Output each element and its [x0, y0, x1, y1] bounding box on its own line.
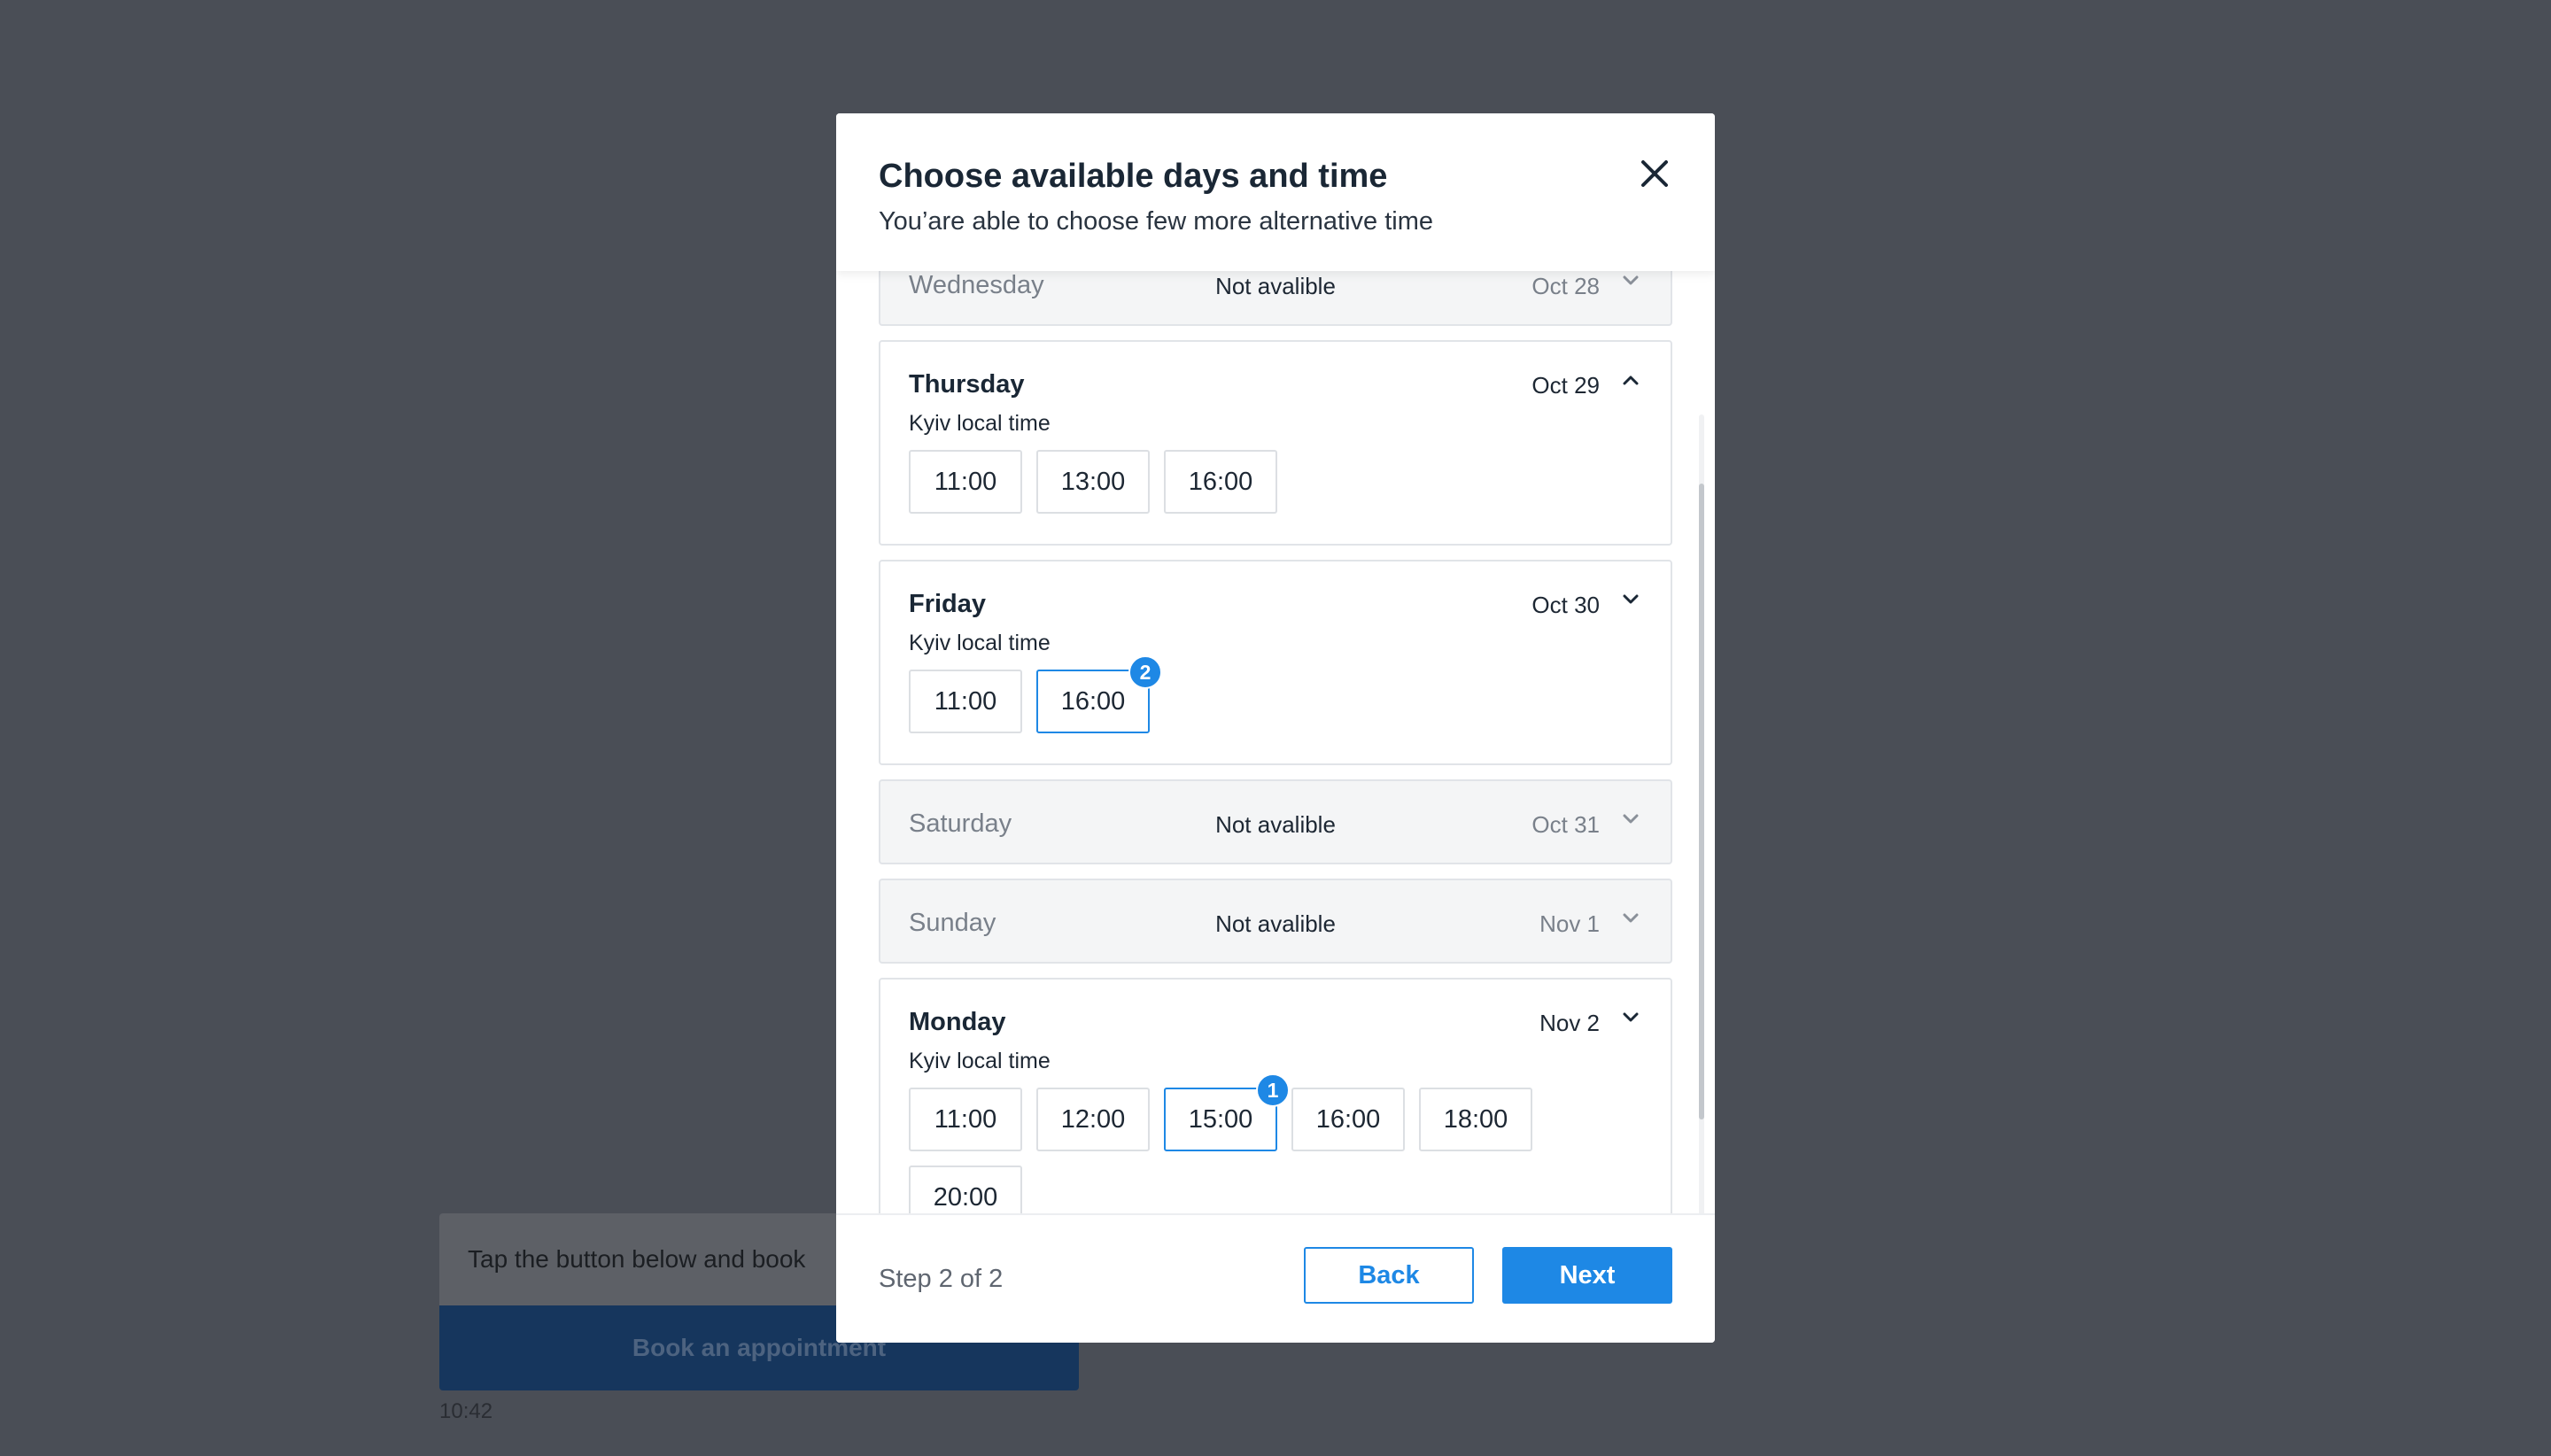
time-slot[interactable]: 15:00 1 — [1164, 1073, 1290, 1151]
time-slot-label: 11:00 — [934, 467, 997, 496]
timezone-label: Kyiv local time — [909, 411, 1051, 436]
time-slot[interactable]: 11:00 — [909, 450, 1022, 514]
day-date: Oct 29 — [1531, 372, 1600, 399]
time-slot-label: 11:00 — [934, 686, 997, 716]
time-slot-label: 20:00 — [933, 1182, 998, 1212]
timezone-label: Kyiv local time — [909, 631, 1051, 655]
day-card-friday[interactable]: Friday Oct 30 Kyiv local time 11:00 16:00 2 — [879, 560, 1672, 765]
chevron-down-icon — [1623, 913, 1639, 923]
time-slot-label: 18:00 — [1443, 1104, 1508, 1134]
modal-footer: Step 2 of 2 Back Next — [836, 1213, 1715, 1343]
chevron-up-icon — [1623, 376, 1639, 385]
time-slot-label: 12:00 — [1060, 1104, 1126, 1134]
expand-toggle[interactable] — [1623, 912, 1639, 928]
chevron-down-icon — [1623, 1012, 1639, 1022]
time-slot[interactable]: 16:00 — [1164, 450, 1277, 514]
time-slot-label: 11:00 — [934, 1104, 997, 1134]
time-slot-label: 16:00 — [1315, 1104, 1381, 1134]
day-name: Monday — [909, 1008, 1006, 1036]
day-name: Friday — [909, 590, 987, 618]
day-date: Oct 31 — [1531, 811, 1600, 838]
expand-toggle[interactable] — [1623, 1011, 1639, 1027]
scrollbar-thumb[interactable] — [1699, 484, 1704, 1119]
day-date: Nov 1 — [1539, 910, 1600, 937]
time-slot[interactable]: 11:00 — [909, 1088, 1022, 1151]
modal-subtitle: You’are able to choose few more alternat… — [879, 207, 1434, 236]
day-card-thursday[interactable]: Thursday Oct 29 Kyiv local time 11:00 13:00 1… — [879, 340, 1672, 546]
time-slot[interactable]: 12:00 — [1036, 1088, 1150, 1151]
day-list: Wednesday Not avalible Oct 28 Thursday Oct 2… — [879, 271, 1672, 1256]
day-card-monday[interactable]: Monday Nov 2 Kyiv local time 11:00 12:00 15:0… — [879, 978, 1672, 1242]
modal-title: Choose available days and time — [879, 158, 1388, 195]
chevron-down-icon — [1623, 594, 1639, 604]
expand-toggle[interactable] — [1623, 593, 1639, 609]
scrollbar[interactable] — [1699, 414, 1704, 1327]
timezone-label: Kyiv local time — [909, 1049, 1051, 1073]
step-indicator: Step 2 of 2 — [879, 1265, 1004, 1293]
expand-toggle[interactable] — [1623, 374, 1639, 390]
day-date: Nov 2 — [1539, 1010, 1600, 1036]
back-button[interactable]: Back — [1304, 1247, 1474, 1304]
time-slots: 11:00 12:00 15:00 1 16:00 18:00 20:00 — [909, 1073, 1582, 1229]
modal-header: Choose available days and time You’are a… — [836, 113, 1715, 271]
close-icon — [1641, 160, 1668, 187]
day-card-wednesday[interactable]: Wednesday Not avalible Oct 28 — [879, 271, 1672, 326]
time-slot[interactable]: 16:00 — [1291, 1088, 1405, 1151]
time-slots: 11:00 16:00 2 — [909, 655, 1582, 733]
selection-order-badge: 2 — [1128, 655, 1162, 689]
chat-message-text: Tap the button below and book — [468, 1245, 806, 1273]
schedule-modal: Choose available days and time You’are a… — [836, 113, 1715, 1343]
days-scroll-area[interactable]: Wednesday Not avalible Oct 28 Thursday Oct 2… — [836, 271, 1715, 1327]
selection-order-badge: 1 — [1256, 1073, 1290, 1107]
day-name: Thursday — [909, 370, 1025, 399]
close-button[interactable] — [1630, 149, 1679, 198]
expand-toggle[interactable] — [1623, 813, 1639, 829]
time-slot-label: 16:00 — [1188, 467, 1253, 496]
expand-toggle[interactable] — [1623, 275, 1639, 290]
time-slot[interactable]: 11:00 — [909, 670, 1022, 733]
time-slot-label: 15:00 — [1188, 1104, 1253, 1134]
chevron-down-icon — [1623, 814, 1639, 824]
time-slot[interactable]: 16:00 2 — [1036, 655, 1162, 733]
time-slot-label: 16:00 — [1060, 686, 1126, 716]
time-slots: 11:00 13:00 16:00 — [909, 450, 1582, 514]
time-slot-label: 13:00 — [1060, 467, 1126, 496]
next-button[interactable]: Next — [1502, 1247, 1672, 1304]
day-card-saturday[interactable]: Saturday Not avalible Oct 31 — [879, 779, 1672, 864]
chevron-down-icon — [1623, 275, 1639, 285]
time-slot[interactable]: 13:00 — [1036, 450, 1150, 514]
day-card-sunday[interactable]: Sunday Not avalible Nov 1 — [879, 879, 1672, 964]
day-date: Oct 28 — [1531, 273, 1600, 299]
day-date: Oct 30 — [1531, 592, 1600, 618]
chat-timestamp: 10:42 — [439, 1399, 493, 1423]
time-slot[interactable]: 18:00 — [1419, 1088, 1532, 1151]
